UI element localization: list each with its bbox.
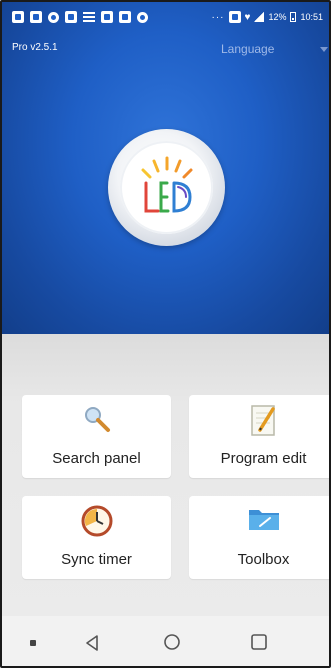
toolbox-label: Toolbox: [237, 551, 290, 568]
facebook-icon: [65, 11, 77, 23]
video-icon: [119, 11, 131, 23]
linkedin-icon: [12, 11, 24, 23]
location-icon: [48, 11, 59, 23]
nav-menu-dot-icon[interactable]: [30, 640, 36, 646]
notepad-pencil-icon: [250, 405, 275, 436]
magnifier-icon: [84, 407, 110, 432]
home-icon[interactable]: [163, 633, 181, 651]
notification-icons: [2, 11, 148, 23]
system-status: ··· ♥ 12% 10:51: [212, 11, 329, 23]
clock-icon: [81, 505, 112, 537]
recents-icon[interactable]: [250, 633, 268, 651]
language-selector[interactable]: Language: [221, 42, 274, 56]
wifi-icon: ♥: [244, 11, 251, 23]
program-edit-button[interactable]: Program edit: [189, 395, 329, 478]
toolbox-button[interactable]: Toolbox: [189, 496, 329, 579]
usb-icon: [137, 11, 148, 23]
app-logo: [108, 129, 225, 246]
phone-frame: ··· ♥ 12% 10:51 Pro v2.5.1 Language Sear…: [0, 0, 331, 668]
sync-timer-label: Sync timer: [61, 551, 132, 568]
dropdown-arrow-icon[interactable]: [320, 47, 328, 52]
search-panel-label: Search panel: [52, 450, 141, 467]
menu-lines-icon: [83, 12, 95, 22]
folder-icon: [248, 510, 279, 530]
battery-percent: 12%: [268, 12, 287, 22]
more-dots: ···: [211, 11, 225, 23]
signal-icon: [254, 12, 265, 22]
status-bar: ··· ♥ 12% 10:51: [2, 2, 329, 32]
app-version: Pro v2.5.1: [12, 42, 58, 53]
program-edit-label: Program edit: [220, 450, 307, 467]
gallery-icon: [101, 11, 113, 23]
led-logo-icon: [141, 156, 193, 213]
back-icon[interactable]: [84, 634, 100, 652]
app-icon: [30, 11, 42, 23]
battery-icon: [290, 12, 297, 22]
search-panel-button[interactable]: Search panel: [22, 395, 171, 478]
sync-timer-button[interactable]: Sync timer: [22, 496, 171, 579]
android-nav-bar: [2, 616, 329, 666]
hero-banner: ··· ♥ 12% 10:51 Pro v2.5.1 Language: [2, 2, 329, 334]
nfc-icon: [228, 11, 241, 23]
logo-face: [120, 141, 213, 234]
menu-panel: Search panel Program edit Sync timer Too…: [2, 334, 329, 616]
clock-time: 10:51: [300, 12, 323, 22]
